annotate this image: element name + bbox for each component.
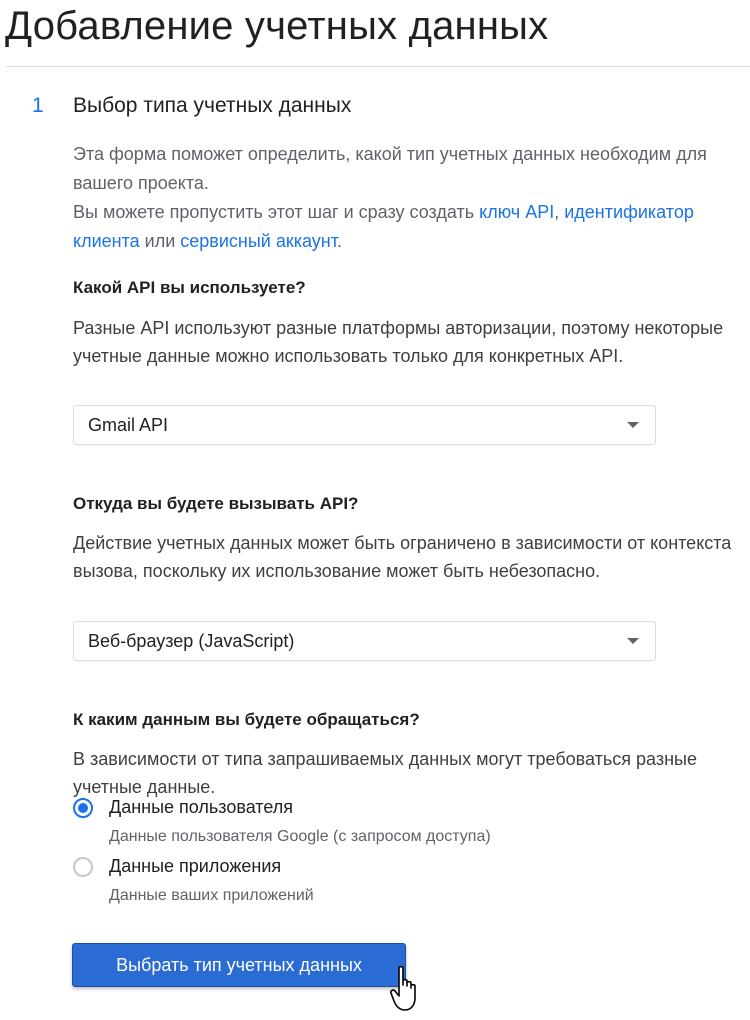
- intro-end: .: [337, 231, 343, 251]
- api-question-description: Разные API используют разные платформы а…: [73, 318, 724, 366]
- page-title: Добавление учетных данных: [5, 4, 549, 48]
- data-question-title: К каким данным вы будете обращаться?: [73, 710, 420, 729]
- step-number: 1: [32, 94, 44, 117]
- select-credential-type-button[interactable]: Выбрать тип учетных данных: [72, 943, 406, 987]
- caller-question-title: Откуда вы будете вызывать API?: [73, 494, 359, 513]
- dropdown-arrow-icon: [627, 422, 639, 428]
- intro-links-line: Вы можете пропустить этот шаг и сразу со…: [73, 198, 743, 256]
- api-key-link[interactable]: ключ API: [479, 202, 554, 222]
- intro-text: Эта форма поможет определить, какой тип …: [73, 144, 707, 193]
- intro-or: или: [139, 231, 181, 251]
- radio-user-data-description: Данные пользователя Google (с запросом д…: [109, 828, 491, 845]
- radio-app-data[interactable]: Данные приложения: [73, 856, 281, 877]
- data-question-description: В зависимости от типа запрашиваемых данн…: [73, 749, 697, 797]
- radio-unchecked-icon[interactable]: [73, 856, 93, 877]
- radio-user-data[interactable]: Данные пользователя: [73, 797, 293, 818]
- hand-pointer-icon: [390, 965, 416, 1011]
- step-title: Выбор типа учетных данных: [73, 94, 352, 117]
- api-select-value: Gmail API: [88, 414, 169, 435]
- radio-checked-icon[interactable]: [73, 797, 93, 818]
- dropdown-arrow-icon: [627, 638, 639, 644]
- api-question-title: Какой API вы используете?: [73, 278, 306, 297]
- intro-prefix: Вы можете пропустить этот шаг и сразу со…: [73, 202, 480, 222]
- intro-comma: ,: [554, 202, 560, 222]
- radio-app-data-label: Данные приложения: [109, 856, 282, 876]
- service-account-link[interactable]: сервисный аккаунт: [180, 231, 337, 251]
- radio-user-data-label: Данные пользователя: [109, 797, 294, 817]
- radio-app-data-description: Данные ваших приложений: [109, 887, 314, 904]
- title-divider: [6, 66, 750, 67]
- caller-select-value: Веб-браузер (JavaScript): [88, 630, 295, 651]
- api-select[interactable]: Gmail API: [73, 405, 656, 445]
- caller-select[interactable]: Веб-браузер (JavaScript): [73, 621, 656, 661]
- step-intro: Эта форма поможет определить, какой тип …: [73, 140, 743, 256]
- caller-question-description: Действие учетных данных может быть огран…: [73, 533, 732, 581]
